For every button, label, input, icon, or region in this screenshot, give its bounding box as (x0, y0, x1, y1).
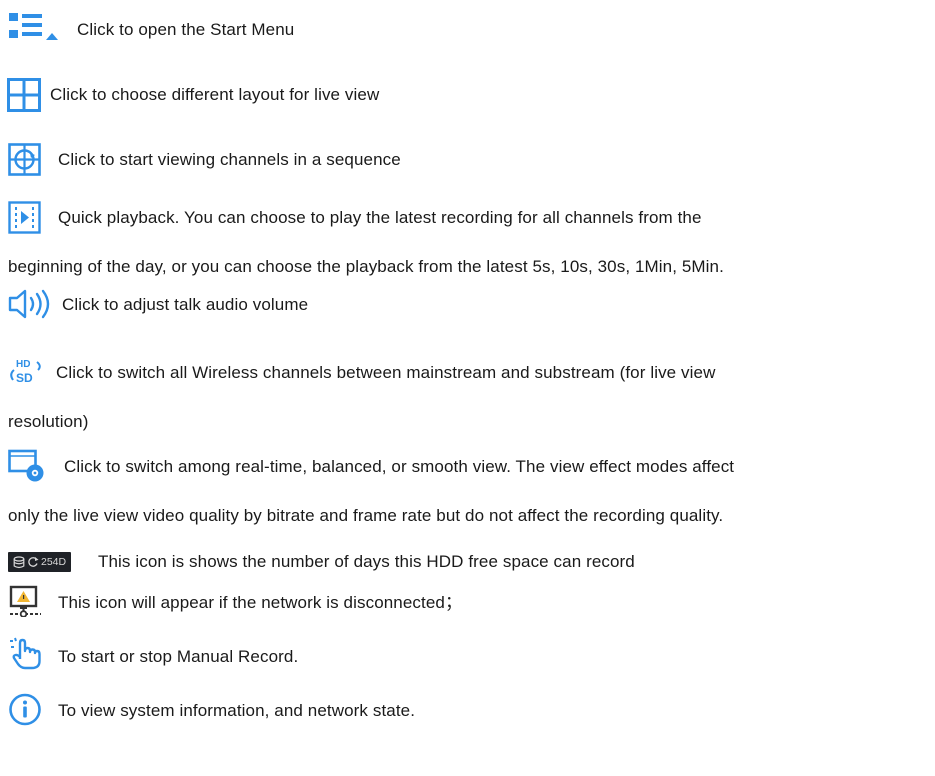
hd-sd-description-line1: Click to switch all Wireless channels be… (56, 363, 716, 382)
cycle-icon (28, 557, 39, 567)
view-effect-icon[interactable] (8, 449, 46, 482)
talk-volume-icon[interactable] (8, 289, 56, 319)
layout-description: Click to choose different layout for liv… (50, 85, 380, 104)
quick-playback-icon[interactable] (8, 201, 41, 234)
database-icon (13, 555, 25, 568)
hd-sd-icon[interactable]: HD SD (7, 359, 47, 386)
layout-grid-icon[interactable] (7, 78, 41, 112)
manual-record-description: To start or stop Manual Record. (58, 647, 299, 666)
sequence-view-icon[interactable] (8, 143, 41, 176)
hd-sd-description-line2: resolution) (8, 412, 89, 431)
quick-playback-description-line1: Quick playback. You can choose to play t… (58, 208, 702, 227)
sequence-description: Click to start viewing channels in a seq… (58, 150, 401, 169)
manual-record-icon[interactable] (8, 637, 42, 670)
hdd-days-value: 254D (41, 556, 67, 568)
network-description: This icon will appear if the network is … (58, 593, 463, 612)
view-effect-description-line2: only the live view video quality by bitr… (8, 506, 724, 525)
start-menu-icon[interactable] (8, 12, 64, 42)
info-icon[interactable] (8, 693, 42, 726)
view-effect-description-line1: Click to switch among real-time, balance… (64, 457, 735, 476)
start-menu-description: Click to open the Start Menu (77, 20, 295, 39)
talk-volume-description: Click to adjust talk audio volume (62, 295, 309, 314)
info-description: To view system information, and network … (58, 701, 416, 720)
network-disconnected-icon (9, 585, 41, 617)
hdd-days-description: This icon is shows the number of days th… (98, 552, 635, 571)
hdd-days-icon[interactable]: 254D (8, 552, 72, 572)
quick-playback-description-line2: beginning of the day, or you can choose … (8, 257, 724, 276)
